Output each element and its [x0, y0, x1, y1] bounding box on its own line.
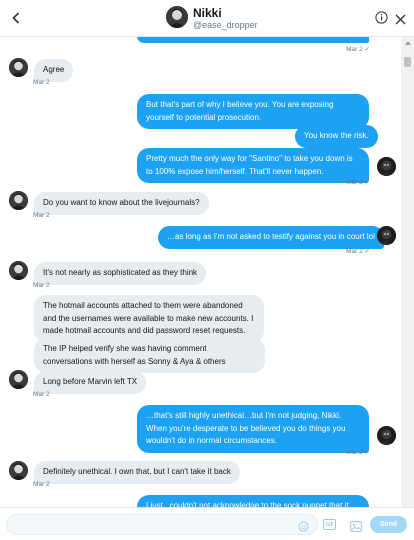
- message-timestamp: Mar 2: [33, 481, 50, 488]
- emoji-button[interactable]: [298, 519, 309, 532]
- message-bubble-incoming[interactable]: The hotmail accounts attached to them we…: [34, 295, 264, 343]
- gif-icon: GIF: [325, 521, 334, 528]
- message-bubble-outgoing[interactable]: But that's part of why I believe you. Yo…: [137, 94, 369, 129]
- avatar[interactable]: [9, 58, 28, 77]
- avatar[interactable]: [377, 426, 396, 445]
- gif-button[interactable]: GIF: [323, 519, 336, 530]
- close-button[interactable]: [395, 12, 406, 25]
- message-bubble-outgoing[interactable]: …that's still highly unethical…but I'm n…: [137, 405, 369, 453]
- chevron-left-icon: [12, 12, 20, 24]
- message-bubble-incoming[interactable]: Do you want to know about the livejourna…: [34, 192, 209, 215]
- message-thread[interactable]: … Mar 2 ✓ Agree Mar 2 But that's part of…: [0, 37, 401, 507]
- message-bubble-incoming[interactable]: Long before Marvin left TX: [34, 371, 147, 394]
- avatar[interactable]: [166, 6, 188, 28]
- message-input[interactable]: [6, 514, 318, 535]
- contact-handle: @ease_dropper: [193, 20, 258, 30]
- message-bubble-outgoing[interactable]: You know the risk.: [295, 125, 378, 148]
- message-timestamp: Mar 2 ✓: [346, 449, 370, 456]
- image-icon: [350, 521, 362, 532]
- contact-name[interactable]: Nikki: [193, 6, 222, 20]
- avatar[interactable]: [377, 157, 396, 176]
- info-button[interactable]: [375, 11, 388, 24]
- avatar[interactable]: [377, 226, 396, 245]
- message-bubble-incoming[interactable]: It's not nearly as sophisticated as they…: [34, 262, 207, 285]
- scrollbar[interactable]: [401, 37, 414, 507]
- message-timestamp: Mar 2 ✓: [346, 248, 370, 255]
- message-bubble-incoming[interactable]: The IP helped verify she was having comm…: [34, 338, 265, 373]
- conversation-header: Nikki @ease_dropper: [0, 0, 414, 37]
- message-bubble-incoming[interactable]: Definitely unethical. I own that, but I …: [34, 461, 240, 484]
- message-bubble-outgoing[interactable]: …: [137, 37, 369, 44]
- message-composer: GIF Send: [0, 507, 414, 540]
- message-timestamp: Mar 2: [33, 212, 50, 219]
- message-bubble-outgoing[interactable]: …as long as I'm not asked to testify aga…: [158, 226, 384, 249]
- avatar[interactable]: [9, 370, 28, 389]
- back-button[interactable]: [7, 9, 25, 27]
- close-icon: [395, 14, 406, 25]
- image-button[interactable]: [350, 519, 362, 532]
- message-timestamp: Mar 2: [33, 79, 50, 86]
- message-timestamp: Mar 2: [33, 282, 50, 289]
- scroll-up-arrow[interactable]: [405, 41, 411, 45]
- avatar[interactable]: [9, 461, 28, 480]
- message-bubble-outgoing[interactable]: I just...couldn't not acknowledge to the…: [137, 495, 369, 507]
- avatar[interactable]: [9, 191, 28, 210]
- message-timestamp: Mar 2 ✓: [346, 46, 370, 53]
- send-button[interactable]: Send: [370, 516, 407, 533]
- message-timestamp: Mar 2 ✓: [346, 179, 370, 186]
- avatar[interactable]: [9, 261, 28, 280]
- info-icon: [375, 11, 388, 24]
- emoji-icon: [298, 521, 309, 532]
- scroll-thumb[interactable]: [404, 57, 411, 67]
- message-timestamp: Mar 2: [33, 391, 50, 398]
